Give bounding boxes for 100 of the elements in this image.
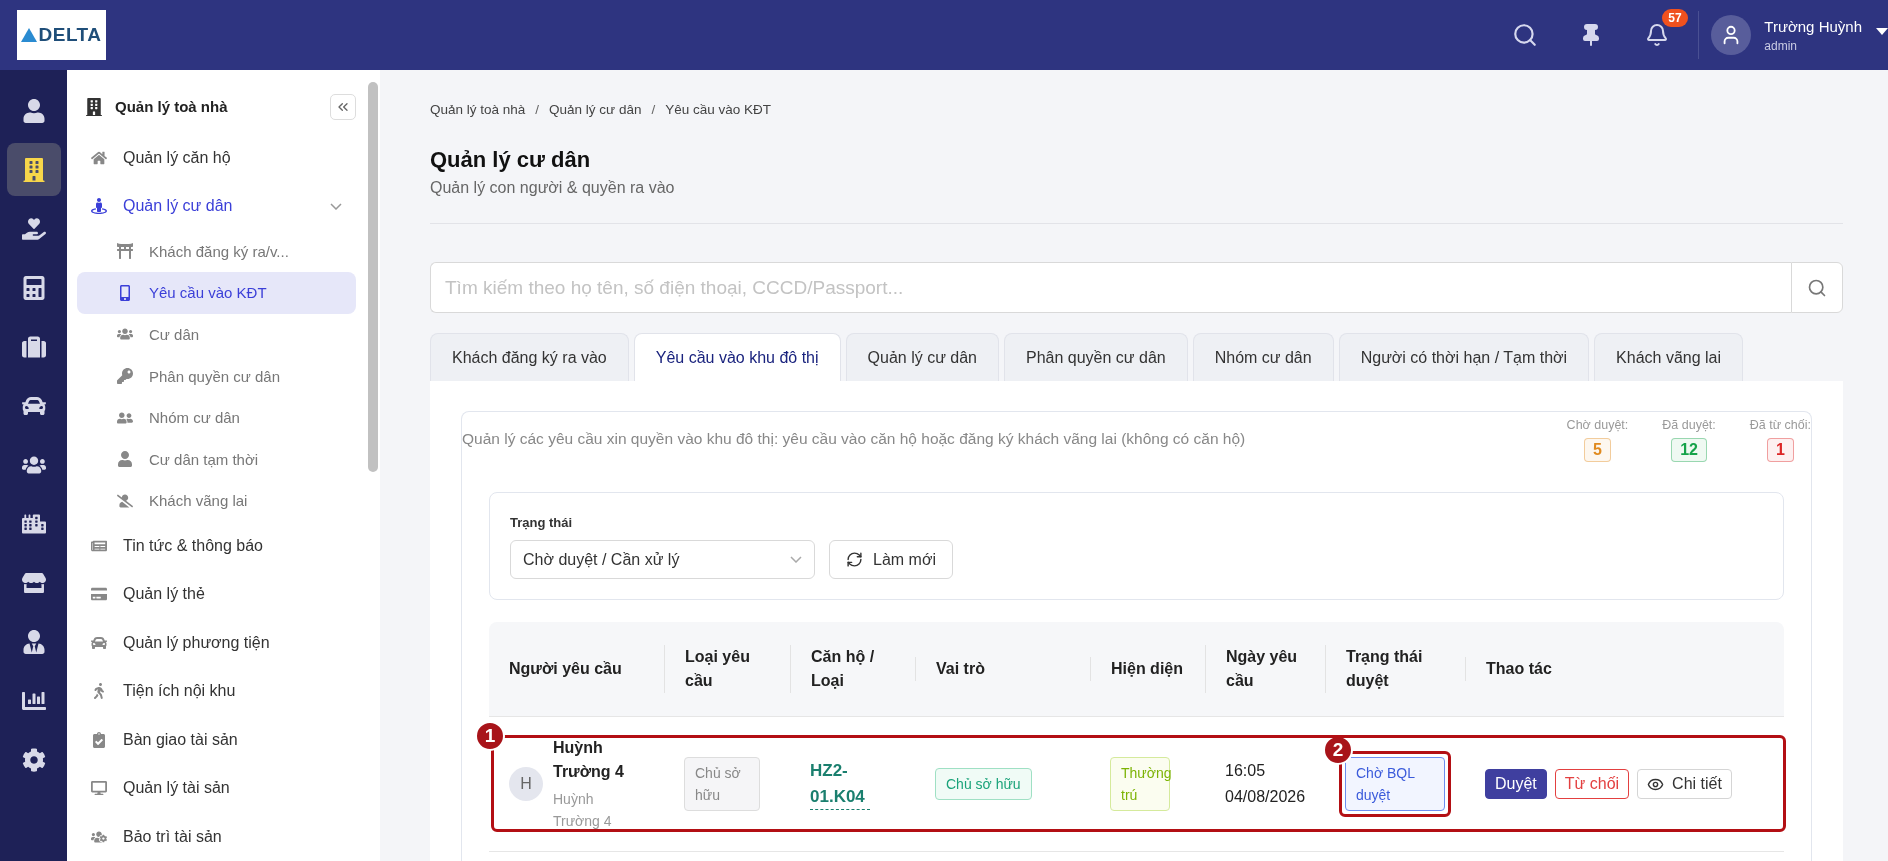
tab[interactable]: Người có thời hạn / Tạm thời (1338, 333, 1590, 381)
tab[interactable]: Nhóm cư dân (1192, 333, 1334, 381)
search-icon (1807, 277, 1827, 298)
stat-count: 1 (1766, 438, 1794, 462)
breadcrumb-item: Yêu cầu vào KĐT (665, 102, 771, 117)
car-icon (91, 634, 107, 651)
sidebar-item[interactable]: Khách vãng lai (77, 479, 356, 522)
avatar: H (509, 767, 543, 801)
sidebar-item[interactable]: Cư dân tạm thời (77, 438, 356, 480)
residency-tag: Thường trú (1110, 756, 1170, 812)
sidebar-item[interactable]: Khách đăng ký ra/v... (77, 230, 356, 273)
sidebar-item[interactable]: Quản lý tài sản (77, 764, 356, 813)
column-header: Người yêu cầu (508, 659, 623, 679)
step-marker: 1 (475, 721, 505, 751)
unit-link[interactable]: HZ2-01.K04 (810, 758, 870, 810)
column-header: Loại yêu cầu (664, 645, 790, 693)
sidebar-item[interactable]: Quản lý phương tiện (77, 618, 356, 667)
column-header: Trạng thái duyệt (1325, 645, 1465, 693)
request-date: 16:05 04/08/2026 (1225, 761, 1307, 807)
settings-icon (21, 747, 46, 772)
house-icon (91, 149, 107, 166)
tab[interactable]: Khách đăng ký ra vào (430, 333, 629, 381)
city-icon (21, 511, 46, 536)
column-header: Vai trò (915, 657, 1090, 681)
breadcrumb-item[interactable]: Quản lý toà nhà (430, 102, 526, 117)
tab[interactable]: Quản lý cư dân (845, 333, 999, 381)
sidebar-item[interactable]: Tin tức & thông báo (77, 521, 356, 570)
clipboard-check-icon (91, 731, 107, 748)
card-icon (91, 586, 107, 603)
page-title: Quản lý cư dân (430, 147, 592, 173)
sidebar-item[interactable]: Quản lý cư dân (77, 182, 356, 231)
stat-label: Đã duyệt: (1662, 418, 1716, 432)
column-header: Thao tác (1465, 657, 1784, 681)
column-header: Căn hộ / Loại (790, 645, 915, 693)
building-icon (21, 157, 46, 182)
request-type-tag: Chủ sở hữu (684, 756, 760, 812)
sidebar-item[interactable]: Bàn giao tài sản (77, 715, 356, 764)
logo: DELTA (17, 10, 106, 60)
person-icon (117, 451, 133, 468)
user-avatar[interactable] (1711, 15, 1752, 55)
column-header: Hiện diện (1090, 657, 1205, 681)
sidebar-item[interactable]: Phân quyền cư dân (77, 355, 356, 397)
sidebar-item[interactable]: Quản lý căn hộ (77, 133, 356, 183)
monitor-icon (91, 780, 107, 797)
status-tag: Chờ BQL duyệt (1345, 756, 1445, 812)
suitcase-icon (21, 334, 46, 359)
gate-icon (117, 243, 133, 260)
walking-person-icon (91, 683, 107, 700)
phone-icon (117, 284, 133, 301)
store-icon (21, 570, 46, 595)
breadcrumb-separator: / (651, 102, 656, 117)
approve-button[interactable]: Duyệt (1485, 769, 1547, 799)
user-role: admin (1764, 38, 1798, 53)
breadcrumb-item[interactable]: Quản lý cư dân (549, 102, 642, 117)
role-tag: Chủ sở hữu (935, 767, 1032, 801)
hand-heart-icon (21, 216, 46, 241)
building-icon (85, 97, 103, 116)
refresh-button[interactable]: Làm mới (829, 540, 953, 579)
sidebar-item[interactable]: Tiện ích nội khu (77, 667, 356, 716)
person-slash-icon (117, 492, 133, 509)
sidebar-item[interactable]: Cư dân (77, 313, 356, 356)
people-icon (117, 326, 133, 343)
person-icon (21, 98, 46, 123)
stat-label: Chờ duyệt: (1566, 418, 1629, 432)
sidebar-item[interactable]: Yêu cầu vào KĐT (77, 272, 356, 314)
scrollbar[interactable] (368, 82, 378, 472)
rail-item[interactable] (6, 143, 61, 196)
notification-badge: 57 (1662, 9, 1688, 27)
tab[interactable]: Yêu cầu vào khu đô thị (633, 333, 841, 381)
sidebar-item[interactable]: Nhóm cư dân (77, 396, 356, 439)
calculator-icon (21, 275, 46, 300)
stat-count: 5 (1584, 438, 1611, 462)
tab[interactable]: Khách vãng lai (1594, 333, 1744, 381)
sidebar-item[interactable]: Bảo trì tài sản (77, 812, 356, 861)
chevron-icon (790, 556, 802, 563)
search-button[interactable] (1791, 262, 1843, 313)
refresh-icon (846, 551, 863, 568)
stat-label: Đã từ chối: (1749, 418, 1811, 432)
person-icon (91, 198, 107, 215)
search-icon[interactable] (1512, 22, 1539, 48)
detail-button[interactable]: Chi tiết (1637, 769, 1732, 799)
sidebar-item[interactable]: Quản lý thẻ (77, 570, 356, 619)
column-header: Ngày yêu cầu (1205, 645, 1325, 693)
status-select[interactable]: Chờ duyệt / Cần xử lý (510, 540, 815, 579)
page-subtitle: Quản lý con người & quyền ra vào (430, 179, 676, 197)
chevron-icon (330, 202, 342, 210)
key-icon (117, 368, 133, 385)
tab[interactable]: Phân quyền cư dân (1004, 333, 1188, 381)
bell-icon[interactable] (1645, 23, 1670, 47)
breadcrumb-separator: / (535, 102, 540, 117)
reject-button[interactable]: Từ chối (1554, 769, 1630, 799)
triangle-icon (21, 28, 38, 42)
sidebar-title: Quản lý toà nhà (115, 98, 228, 116)
collapse-button[interactable] (330, 93, 356, 120)
user-name: Trường Huỳnh (1764, 17, 1862, 35)
search-field[interactable]: Tìm kiếm theo họ tên, số điện thoại, CCCD/Passport... (430, 262, 1791, 313)
stat-count: 12 (1671, 438, 1707, 462)
panel-description: Quản lý các yêu cầu xin quyền vào khu đô thị: yêu cầu vào căn hộ hoặc đăng ký khách vãng lai (không có căn hộ) (462, 430, 1246, 448)
caret-icon[interactable] (1876, 27, 1888, 35)
filter-label: Trạng thái (510, 515, 574, 530)
